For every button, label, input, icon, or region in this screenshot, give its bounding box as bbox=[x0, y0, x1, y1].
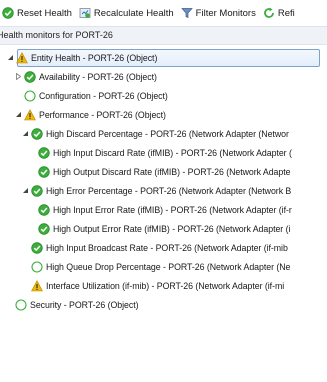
tree-item-high-output-error-rate[interactable]: High Output Error Rate (ifMIB) - PORT-26… bbox=[0, 219, 327, 238]
warning-icon bbox=[31, 279, 43, 291]
reset-health-icon bbox=[2, 7, 14, 19]
expanded-triangle-icon[interactable] bbox=[13, 110, 23, 120]
reset-health-button[interactable]: Reset Health bbox=[2, 7, 72, 19]
tree-item-security[interactable]: Security - PORT-26 (Object) bbox=[0, 295, 327, 314]
tree-item-high-input-broadcast-rate[interactable]: High Input Broadcast Rate - PORT-26 (Net… bbox=[0, 238, 327, 257]
tree-item-label: Configuration - PORT-26 (Object) bbox=[39, 90, 168, 101]
filter-monitors-button[interactable]: Filter Monitors bbox=[180, 7, 256, 19]
recalculate-health-icon bbox=[79, 8, 91, 18]
tree-item-label: High Output Discard Rate (ifMIB) - PORT-… bbox=[53, 166, 291, 177]
healthy-check-icon bbox=[31, 184, 43, 197]
tree-item-high-discard-percentage[interactable]: High Discard Percentage - PORT-26 (Netwo… bbox=[0, 124, 327, 143]
tree-item-availability[interactable]: Availability - PORT-26 (Object) bbox=[0, 67, 327, 86]
expanded-triangle-icon[interactable] bbox=[20, 186, 30, 196]
filter-icon bbox=[180, 8, 193, 19]
collapsed-triangle-icon[interactable] bbox=[13, 72, 23, 82]
tree-item-configuration[interactable]: Configuration - PORT-26 (Object) bbox=[0, 86, 327, 105]
tree-item-high-input-discard-rate[interactable]: High Input Discard Rate (ifMIB) - PORT-2… bbox=[0, 143, 327, 162]
tree-item-interface-utilization[interactable]: Interface Utilization (if-mib) - PORT-26… bbox=[0, 276, 327, 295]
not-monitored-circle-icon bbox=[31, 260, 43, 273]
healthy-check-icon bbox=[31, 127, 43, 140]
tree-item-performance[interactable]: Performance - PORT-26 (Object) bbox=[0, 105, 327, 124]
refresh-button[interactable]: Refi bbox=[263, 7, 295, 19]
healthy-check-icon bbox=[24, 70, 36, 83]
healthy-check-icon bbox=[38, 222, 50, 235]
health-tree: Entity Health - PORT-26 (Object) Availab… bbox=[0, 45, 327, 314]
tree-item-label: Availability - PORT-26 (Object) bbox=[39, 71, 157, 82]
expanded-triangle-icon[interactable] bbox=[5, 53, 15, 63]
not-monitored-circle-icon bbox=[24, 89, 36, 102]
tree-item-label: High Queue Drop Percentage - PORT-26 (Ne… bbox=[46, 261, 291, 272]
recalculate-health-button[interactable]: Recalculate Health bbox=[79, 7, 174, 19]
tree-item-label: High Input Error Rate (ifMIB) - PORT-26 … bbox=[53, 204, 292, 215]
tree-item-label: High Input Discard Rate (ifMIB) - PORT-2… bbox=[53, 147, 292, 158]
tree-item-high-queue-drop-percentage[interactable]: High Queue Drop Percentage - PORT-26 (Ne… bbox=[0, 257, 327, 276]
panel-header: Health monitors for PORT-26 bbox=[0, 26, 327, 45]
tree-item-entity-health[interactable]: Entity Health - PORT-26 (Object) bbox=[0, 48, 327, 67]
reset-health-label: Reset Health bbox=[17, 7, 72, 19]
refresh-icon bbox=[263, 7, 274, 18]
tree-item-label: Interface Utilization (if-mib) - PORT-26… bbox=[46, 280, 285, 291]
filter-monitors-label: Filter Monitors bbox=[195, 7, 256, 19]
healthy-check-icon bbox=[38, 165, 50, 178]
expanded-triangle-icon[interactable] bbox=[20, 129, 30, 139]
tree-item-high-input-error-rate[interactable]: High Input Error Rate (ifMIB) - PORT-26 … bbox=[0, 200, 327, 219]
not-monitored-circle-icon bbox=[15, 298, 27, 311]
tree-item-high-error-percentage[interactable]: High Error Percentage - PORT-26 (Network… bbox=[0, 181, 327, 200]
tree-item-high-output-discard-rate[interactable]: High Output Discard Rate (ifMIB) - PORT-… bbox=[0, 162, 327, 181]
tree-item-label: High Input Broadcast Rate - PORT-26 (Net… bbox=[46, 242, 288, 253]
warning-icon bbox=[16, 51, 28, 63]
healthy-check-icon bbox=[38, 203, 50, 216]
tree-item-label: High Discard Percentage - PORT-26 (Netwo… bbox=[46, 128, 289, 139]
healthy-check-icon bbox=[31, 241, 43, 254]
tree-item-label: Entity Health - PORT-26 (Object) bbox=[31, 52, 158, 63]
toolbar: Reset Health Recalculate Health Filter M… bbox=[0, 0, 327, 26]
recalculate-health-label: Recalculate Health bbox=[93, 7, 174, 19]
tree-item-label: High Error Percentage - PORT-26 (Network… bbox=[46, 185, 292, 196]
panel-title: Health monitors for PORT-26 bbox=[0, 30, 113, 40]
tree-item-label: Security - PORT-26 (Object) bbox=[30, 299, 139, 310]
tree-item-label: Performance - PORT-26 (Object) bbox=[39, 109, 166, 120]
refresh-label: Refi bbox=[277, 7, 295, 19]
warning-icon bbox=[24, 108, 36, 120]
tree-item-label: High Output Error Rate (ifMIB) - PORT-26… bbox=[53, 223, 291, 234]
healthy-check-icon bbox=[38, 146, 50, 159]
